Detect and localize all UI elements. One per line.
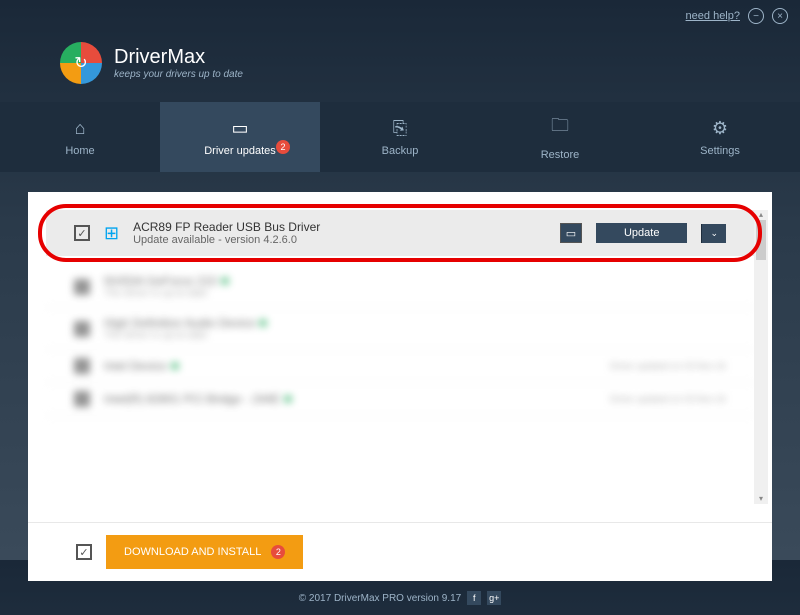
facebook-icon[interactable]: f	[467, 591, 481, 605]
help-link[interactable]: need help?	[686, 10, 740, 22]
tab-settings[interactable]: ⚙ Settings	[640, 102, 800, 172]
tab-label: Settings	[700, 145, 740, 157]
titlebar: need help? − ×	[0, 0, 800, 32]
main-tabs: ⌂ Home ▭ Driver updates 2 ⎘ Backup 🗀 Res…	[0, 102, 800, 172]
windows-icon	[74, 391, 90, 407]
scroll-down-icon[interactable]: ▾	[754, 494, 768, 504]
bottom-bar: ✓ DOWNLOAD AND INSTALL 2	[28, 522, 772, 581]
driver-name: Intel(R) 82801 PCI Bridge - 244E	[104, 392, 596, 406]
driver-row: NVIDIA GeForce 210 The driver is up-to-d…	[46, 266, 754, 308]
close-button[interactable]: ×	[772, 8, 788, 24]
driver-checkbox[interactable]: ✓	[74, 225, 90, 241]
scroll-thumb[interactable]	[756, 220, 766, 260]
driver-sub: The driver is up-to-date	[104, 330, 726, 341]
windows-icon	[74, 358, 90, 374]
status-dot-icon	[284, 395, 292, 403]
blurred-driver-list: NVIDIA GeForce 210 The driver is up-to-d…	[28, 266, 772, 416]
minimize-button[interactable]: −	[748, 8, 764, 24]
driver-name: NVIDIA GeForce 210	[104, 274, 726, 288]
scroll-up-icon[interactable]: ▴	[754, 210, 768, 220]
status-dot-icon	[259, 319, 267, 327]
copyright-text: © 2017 DriverMax PRO version 9.17	[299, 593, 461, 604]
driver-row: Intel(R) 82801 PCI Bridge - 244E Driver …	[46, 383, 754, 416]
status-dot-icon	[221, 277, 229, 285]
app-header: ↻ DriverMax keeps your drivers up to dat…	[0, 32, 800, 102]
tab-driver-updates[interactable]: ▭ Driver updates 2	[160, 102, 320, 172]
select-all-checkbox[interactable]: ✓	[76, 544, 92, 560]
app-logo-icon: ↻	[60, 42, 102, 84]
driver-list-panel: ✓ ⊞ ACR89 FP Reader USB Bus Driver Updat…	[28, 192, 772, 522]
driver-details-button[interactable]: ▭	[560, 223, 582, 243]
driver-status: Update available - version 4.2.6.0	[133, 234, 546, 246]
driver-right-text: Driver updated on 03-Nov-16	[610, 361, 726, 371]
status-dot-icon	[171, 362, 179, 370]
list-icon: ▭	[231, 118, 248, 139]
download-badge: 2	[271, 545, 285, 559]
tab-backup[interactable]: ⎘ Backup	[320, 102, 480, 172]
driver-name: ACR89 FP Reader USB Bus Driver	[133, 220, 546, 234]
home-icon: ⌂	[75, 118, 86, 139]
scrollbar[interactable]: ▴ ▾	[754, 210, 768, 504]
driver-row-featured: ✓ ⊞ ACR89 FP Reader USB Bus Driver Updat…	[46, 210, 754, 256]
download-install-button[interactable]: DOWNLOAD AND INSTALL 2	[106, 535, 303, 569]
update-button[interactable]: Update	[596, 223, 687, 243]
tab-label: Driver updates	[204, 145, 276, 157]
driver-row: Intel Device Driver updated on 03-Nov-16	[46, 350, 754, 383]
tab-home[interactable]: ⌂ Home	[0, 102, 160, 172]
updates-badge: 2	[276, 140, 290, 154]
driver-sub: The driver is up-to-date	[104, 288, 726, 299]
brand-name: DriverMax	[114, 46, 243, 69]
footer: © 2017 DriverMax PRO version 9.17 f g+	[0, 581, 800, 615]
driver-name: High Definition Audio Device	[104, 316, 726, 330]
tab-label: Backup	[382, 145, 419, 157]
backup-icon: ⎘	[393, 118, 407, 139]
driver-name: Intel Device	[104, 359, 596, 373]
googleplus-icon[interactable]: g+	[487, 591, 501, 605]
tab-label: Home	[65, 145, 94, 157]
driver-right-text: Driver updated on 03-Nov-16	[610, 394, 726, 404]
brand-tagline: keeps your drivers up to date	[114, 69, 243, 80]
folder-icon: 🗀	[551, 113, 569, 143]
gear-icon: ⚙	[712, 118, 728, 139]
monitor-icon	[74, 279, 90, 295]
audio-icon	[74, 321, 90, 337]
download-label: DOWNLOAD AND INSTALL	[124, 546, 261, 558]
update-dropdown-button[interactable]: ⌄	[701, 224, 726, 243]
tab-label: Restore	[541, 149, 580, 161]
driver-row: High Definition Audio Device The driver …	[46, 308, 754, 350]
tab-restore[interactable]: 🗀 Restore	[480, 102, 640, 172]
windows-icon: ⊞	[104, 223, 119, 244]
